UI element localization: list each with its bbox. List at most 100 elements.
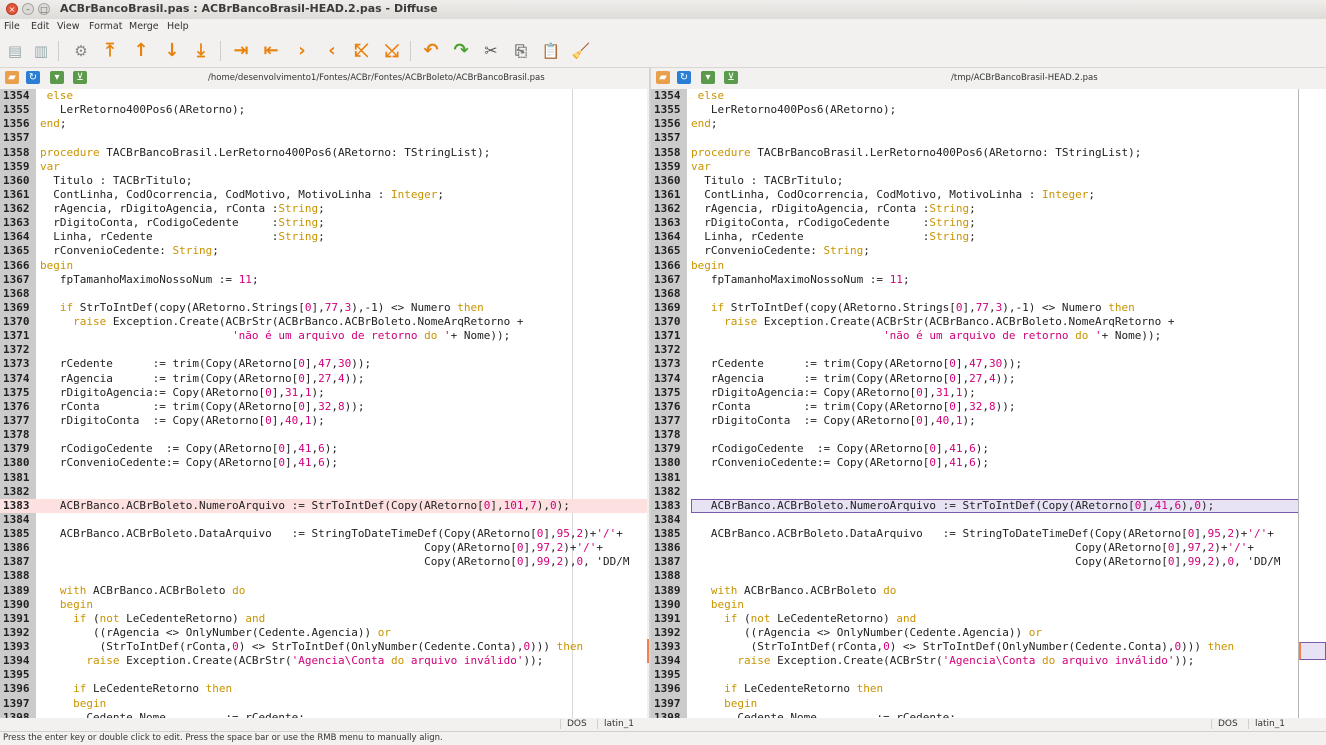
last-line-icon[interactable]: ⇤ <box>260 40 282 62</box>
code-line[interactable]: 1380 rConvenioCedente:= Copy(ARetorno[0]… <box>651 456 1299 470</box>
copy-left-into-selection-icon[interactable]: ⤪ <box>351 40 373 62</box>
code-line[interactable]: 1388 <box>0 569 647 583</box>
code-line[interactable]: 1381 <box>0 471 647 485</box>
code-line[interactable]: 1378 <box>0 428 647 442</box>
code-line[interactable]: 1354 else <box>651 89 1299 103</box>
code-line[interactable]: 1377 rDigitoConta := Copy(ARetorno[0],40… <box>0 414 647 428</box>
code-line[interactable]: 1373 rCedente := trim(Copy(ARetorno[0],4… <box>651 357 1299 371</box>
left-encoding[interactable]: latin_1 <box>597 719 634 729</box>
left-eol-format[interactable]: DOS <box>560 719 587 729</box>
code-line[interactable]: 1396 if LeCedenteRetorno then <box>651 682 1299 696</box>
code-line[interactable]: 1366 begin <box>0 259 647 273</box>
last-change-icon[interactable]: ⤓ <box>190 40 212 62</box>
code-line[interactable]: 1394 raise Exception.Create(ACBrStr('Age… <box>651 654 1299 668</box>
code-line[interactable]: 1357 <box>651 131 1299 145</box>
code-line[interactable]: 1366 begin <box>651 259 1299 273</box>
code-line[interactable]: 1373 rCedente := trim(Copy(ARetorno[0],4… <box>0 357 647 371</box>
code-line[interactable]: 1372 <box>651 343 1299 357</box>
code-line[interactable]: 1363 rDigitoConta, rCodigoCedente :Strin… <box>651 216 1299 230</box>
code-line[interactable]: 1378 <box>651 428 1299 442</box>
code-line[interactable]: 1382 <box>0 485 647 499</box>
code-line[interactable]: 1359 var <box>651 160 1299 174</box>
redo-icon[interactable]: ↷ <box>450 40 472 62</box>
code-line[interactable]: 1394 raise Exception.Create(ACBrStr('Age… <box>0 654 647 668</box>
copy-right-into-selection-icon[interactable]: ⤩ <box>381 40 403 62</box>
code-line[interactable]: 1391 if (not LeCedenteRetorno) and <box>651 612 1299 626</box>
menu-help[interactable]: Help <box>167 21 189 32</box>
code-line[interactable]: 1374 rAgencia := trim(Copy(ARetorno[0],2… <box>0 372 647 386</box>
code-line[interactable]: 1354 else <box>0 89 647 103</box>
code-line[interactable]: 1390 begin <box>651 598 1299 612</box>
code-line[interactable]: 1362 rAgencia, rDigitoAgencia, rConta :S… <box>651 202 1299 216</box>
code-line[interactable]: 1393 (StrToIntDef(rConta,0) <> StrToIntD… <box>0 640 647 654</box>
menu-edit[interactable]: Edit <box>31 21 49 32</box>
right-diff-overview[interactable] <box>1298 89 1326 718</box>
right-code-view[interactable]: 1354 else 1355 LerRetorno400Pos6(ARetorno… <box>651 89 1299 718</box>
menu-file[interactable]: File <box>4 21 20 32</box>
code-line[interactable]: 1367 fpTamanhoMaximoNossoNum := 11; <box>651 273 1299 287</box>
code-line[interactable]: 1383 ACBrBanco.ACBrBoleto.NumeroArquivo … <box>651 498 1299 513</box>
code-line[interactable]: 1393 (StrToIntDef(rConta,0) <> StrToIntD… <box>651 640 1299 654</box>
code-line[interactable]: 1368 <box>0 287 647 301</box>
code-line[interactable]: 1357 <box>0 131 647 145</box>
new-3way-merge-icon[interactable]: ▥ <box>30 40 52 62</box>
code-line[interactable]: 1364 Linha, rCedente :String; <box>0 230 647 244</box>
right-encoding[interactable]: latin_1 <box>1248 719 1285 729</box>
code-line[interactable]: 1356 end; <box>0 117 647 131</box>
maximize-window-button[interactable]: □ <box>38 3 50 15</box>
code-line[interactable]: 1376 rConta := trim(Copy(ARetorno[0],32,… <box>0 400 647 414</box>
code-line[interactable]: 1381 <box>651 471 1299 485</box>
code-line[interactable]: 1361 ContLinha, CodOcorrencia, CodMotivo… <box>0 188 647 202</box>
undo-icon[interactable]: ↶ <box>420 40 442 62</box>
code-line[interactable]: 1360 Titulo : TACBrTitulo; <box>651 174 1299 188</box>
code-line[interactable]: 1398 Cedente.Nome := rCedente; <box>0 711 647 718</box>
code-line[interactable]: 1387 Copy(ARetorno[0],99,2),0, 'DD/M <box>0 555 647 569</box>
code-line[interactable]: 1355 LerRetorno400Pos6(ARetorno); <box>0 103 647 117</box>
first-line-icon[interactable]: ⇥ <box>230 40 252 62</box>
previous-change-icon[interactable]: ↑ <box>130 40 152 62</box>
code-line[interactable]: 1375 rDigitoAgencia:= Copy(ARetorno[0],3… <box>0 386 647 400</box>
code-line[interactable]: 1374 rAgencia := trim(Copy(ARetorno[0],2… <box>651 372 1299 386</box>
code-line[interactable]: 1375 rDigitoAgencia:= Copy(ARetorno[0],3… <box>651 386 1299 400</box>
code-line[interactable]: 1359 var <box>0 160 647 174</box>
code-line[interactable]: 1397 begin <box>651 697 1299 711</box>
code-line[interactable]: 1368 <box>651 287 1299 301</box>
code-line[interactable]: 1395 <box>651 668 1299 682</box>
code-line[interactable]: 1392 ((rAgencia <> OnlyNumber(Cedente.Ag… <box>651 626 1299 640</box>
code-line[interactable]: 1380 rConvenioCedente:= Copy(ARetorno[0]… <box>0 456 647 470</box>
code-line[interactable]: 1384 <box>651 513 1299 527</box>
code-line[interactable]: 1385 ACBrBanco.ACBrBoleto.DataArquivo :=… <box>0 527 647 541</box>
code-line[interactable]: 1372 <box>0 343 647 357</box>
code-line[interactable]: 1396 if LeCedenteRetorno then <box>0 682 647 696</box>
menu-view[interactable]: View <box>57 21 80 32</box>
code-line[interactable]: 1395 <box>0 668 647 682</box>
code-line[interactable]: 1398 Cedente.Nome := rCedente; <box>651 711 1299 718</box>
code-line[interactable]: 1358 procedure TACBrBancoBrasil.LerRetorn… <box>0 146 647 160</box>
code-line[interactable]: 1367 fpTamanhoMaximoNossoNum := 11; <box>0 273 647 287</box>
shift-left-icon[interactable]: ‹ <box>321 40 343 62</box>
code-line[interactable]: 1383 ACBrBanco.ACBrBoleto.NumeroArquivo … <box>0 498 647 513</box>
code-line[interactable]: 1388 <box>651 569 1299 583</box>
code-line[interactable]: 1369 if StrToIntDef(copy(ARetorno.String… <box>0 301 647 315</box>
code-line[interactable]: 1377 rDigitoConta := Copy(ARetorno[0],40… <box>651 414 1299 428</box>
code-line[interactable]: 1362 rAgencia, rDigitoAgencia, rConta :S… <box>0 202 647 216</box>
left-code-view[interactable]: 1354 else 1355 LerRetorno400Pos6(ARetorno… <box>0 89 647 718</box>
code-line[interactable]: 1385 ACBrBanco.ACBrBoleto.DataArquivo :=… <box>651 527 1299 541</box>
realign-all-icon[interactable]: ⚙ <box>70 40 92 62</box>
next-change-icon[interactable]: ↓ <box>161 40 183 62</box>
code-line[interactable]: 1365 rConvenioCedente: String; <box>0 244 647 258</box>
menu-format[interactable]: Format <box>89 21 122 32</box>
reload-file-icon[interactable]: ↻ <box>677 71 691 84</box>
save-file-as-icon[interactable]: ⊻ <box>724 71 738 84</box>
right-eol-format[interactable]: DOS <box>1211 719 1238 729</box>
first-change-icon[interactable]: ⤒ <box>99 40 121 62</box>
code-line[interactable]: 1361 ContLinha, CodOcorrencia, CodMotivo… <box>651 188 1299 202</box>
code-line[interactable]: 1379 rCodigoCedente := Copy(ARetorno[0],… <box>651 442 1299 456</box>
open-file-icon[interactable]: ▰ <box>5 71 19 84</box>
code-line[interactable]: 1392 ((rAgencia <> OnlyNumber(Cedente.Ag… <box>0 626 647 640</box>
code-line[interactable]: 1389 with ACBrBanco.ACBrBoleto do <box>0 584 647 598</box>
code-line[interactable]: 1371 'não é um arquivo de retorno do '+ … <box>651 329 1299 343</box>
reload-file-icon[interactable]: ↻ <box>26 71 40 84</box>
code-line[interactable]: 1379 rCodigoCedente := Copy(ARetorno[0],… <box>0 442 647 456</box>
save-file-icon[interactable]: ▾ <box>50 71 64 84</box>
